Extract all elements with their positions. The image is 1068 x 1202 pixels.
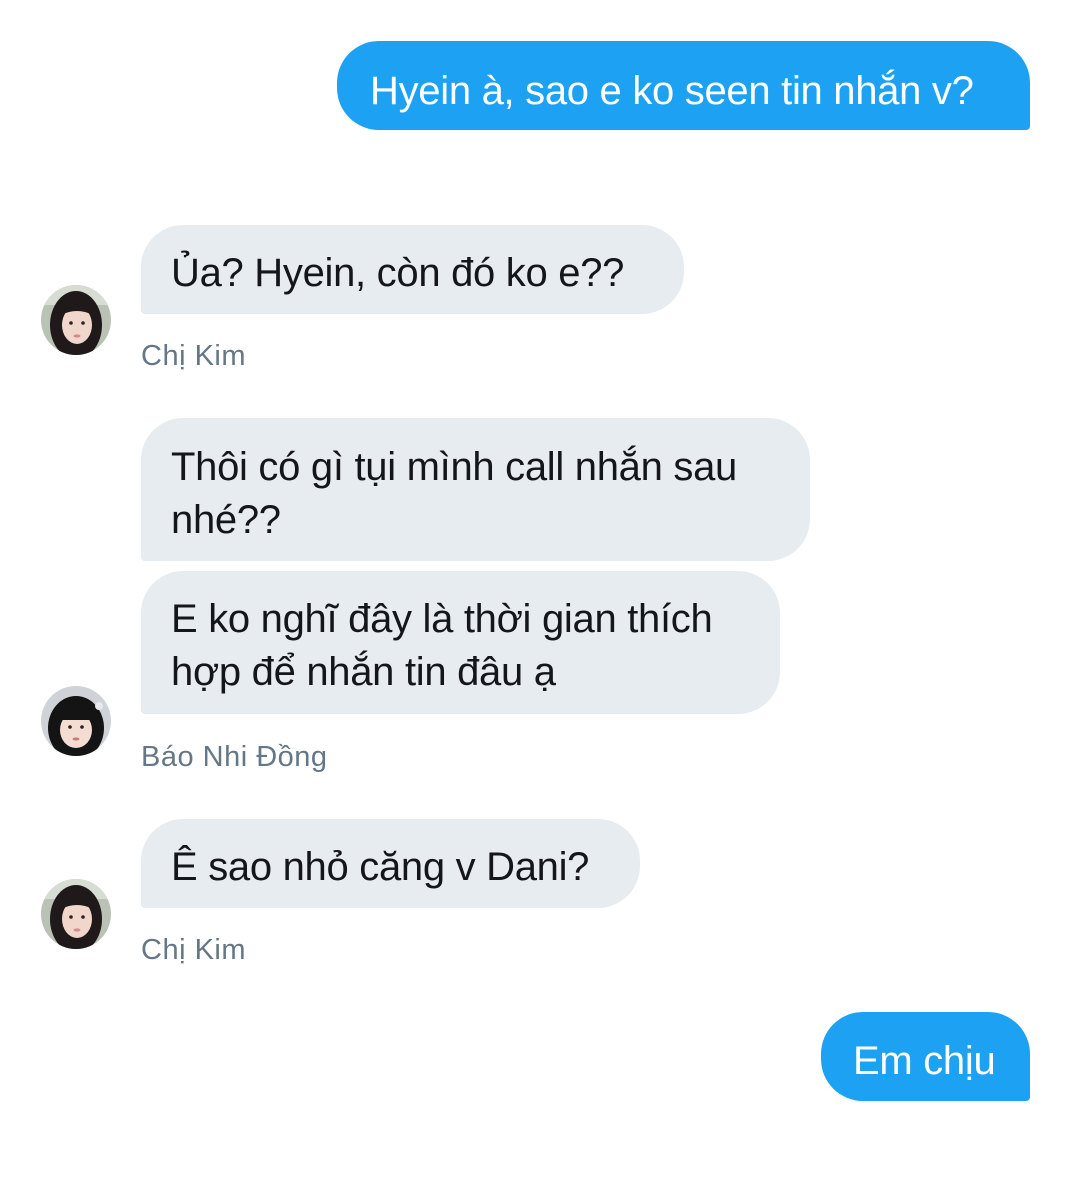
avatar-photo-icon xyxy=(41,879,111,949)
message-text: E ko nghĩ đây là thời gian thích hợp để … xyxy=(171,597,713,694)
incoming-message-bubble[interactable]: E ko nghĩ đây là thời gian thích hợp để … xyxy=(141,571,780,714)
outgoing-message-bubble[interactable]: Em chịu xyxy=(821,1012,1030,1101)
outgoing-message-bubble[interactable]: Hyein à, sao e ko seen tin nhắn v? xyxy=(337,41,1030,130)
incoming-message-bubble[interactable]: Ê sao nhỏ căng v Dani? xyxy=(141,819,640,908)
sender-name: Báo Nhi Đồng xyxy=(141,741,328,773)
sender-name: Chị Kim xyxy=(141,340,247,372)
avatar-photo-icon xyxy=(41,285,111,355)
incoming-message-bubble[interactable]: Thôi có gì tụi mình call nhắn sau nhé?? xyxy=(141,418,810,561)
message-text: Ủa? Hyein, còn đó ko e?? xyxy=(171,251,625,295)
message-text: Em chịu xyxy=(853,1039,996,1083)
avatar-bao-nhi-dong[interactable] xyxy=(41,686,111,756)
avatar-chi-kim[interactable] xyxy=(41,285,111,355)
message-text: Thôi có gì tụi mình call nhắn sau nhé?? xyxy=(171,445,737,542)
message-text: Hyein à, sao e ko seen tin nhắn v? xyxy=(370,69,974,113)
avatar-chi-kim[interactable] xyxy=(41,879,111,949)
sender-name: Chị Kim xyxy=(141,934,247,966)
message-text: Ê sao nhỏ căng v Dani? xyxy=(171,845,590,889)
incoming-message-bubble[interactable]: Ủa? Hyein, còn đó ko e?? xyxy=(141,225,684,314)
avatar-photo-icon xyxy=(41,686,111,756)
